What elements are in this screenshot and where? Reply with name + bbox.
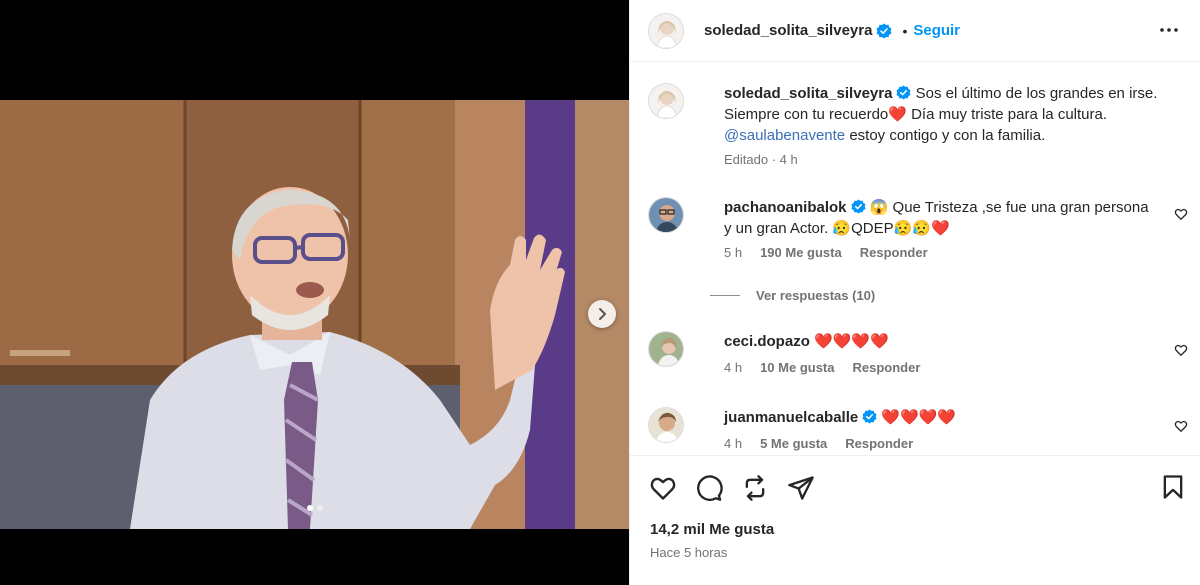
comment-item: ceci.dopazo ❤️❤️❤️❤️ 4 h 10 Me gusta Res… [648,331,1188,376]
comment-username[interactable]: ceci.dopazo [724,333,810,350]
caption-username[interactable]: soledad_solita_silveyra [724,85,892,102]
reply-button[interactable]: Responder [853,360,921,376]
share-button[interactable] [786,473,816,503]
comment-button[interactable] [694,473,724,503]
comment-likes[interactable]: 5 Me gusta [760,436,827,452]
post-media [0,0,629,585]
comment-like-heart-icon[interactable] [1174,207,1188,221]
repost-button[interactable] [740,473,770,503]
comment-text: ❤️❤️❤️❤️ [877,409,957,426]
instagram-post: soledad_solita_silveyra • Seguir soledad… [0,0,1200,585]
comment-username[interactable]: juanmanuelcaballe [724,409,858,426]
follow-button[interactable]: Seguir [913,22,960,39]
comment-content: ceci.dopazo ❤️❤️❤️❤️ 4 h 10 Me gusta Res… [724,331,1154,376]
verified-badge-icon [851,199,866,214]
commenter-avatar[interactable] [648,407,684,443]
more-options-icon[interactable] [1157,18,1181,42]
verified-badge-icon [876,23,892,38]
like-button[interactable] [648,473,678,503]
replies-divider [710,295,740,296]
comment-meta: 4 h 5 Me gusta Responder [724,436,1154,452]
caption-text-tail: estoy contigo y con la familia. [845,127,1046,144]
post-photo[interactable] [0,100,629,529]
comment-meta: 4 h 10 Me gusta Responder [724,360,1154,376]
caption-meta: Editado · 4 h [724,152,1174,168]
commenter-avatar[interactable] [648,331,684,367]
post-header: soledad_solita_silveyra • Seguir [630,0,1200,62]
carousel-dot [316,505,323,511]
comment-like-heart-icon[interactable] [1174,343,1188,357]
reply-button[interactable]: Responder [860,245,928,261]
like-count[interactable]: 14,2 mil Me gusta [650,521,774,538]
comment-username[interactable]: pachanoanibalok [724,199,847,216]
reply-button[interactable]: Responder [845,436,913,452]
comment-time: 5 h [724,245,743,260]
comment-time: 4 h [724,436,743,451]
verified-badge-icon [896,85,911,100]
comment-like-heart-icon[interactable] [1174,419,1188,433]
post-side-panel: soledad_solita_silveyra • Seguir soledad… [629,0,1200,585]
comment-icon [697,475,723,501]
comment-text: ❤️❤️❤️❤️ [809,333,889,350]
author-username[interactable]: soledad_solita_silveyra [704,22,872,39]
header-separator: • [902,22,908,39]
view-replies-button[interactable]: Ver respuestas (10) [710,288,875,303]
repost-icon [745,475,765,501]
comment-likes[interactable]: 190 Me gusta [760,245,842,261]
caption: soledad_solita_silveyra Sos el último de… [648,83,1188,168]
save-button[interactable] [1159,473,1187,504]
comment-item: pachanoanibalok 😱 Que Tristeza ,se fue u… [648,197,1188,261]
share-icon [788,476,814,500]
bookmark-icon [1163,475,1183,499]
caption-mention-link[interactable]: @saulabenavente [724,127,845,144]
chevron-right-icon [599,308,606,320]
post-actions: 14,2 mil Me gusta Hace 5 horas [630,455,1200,585]
author-avatar[interactable] [648,12,684,49]
verified-badge-icon [862,409,877,424]
next-photo-button[interactable] [588,300,616,328]
action-icons [648,473,816,503]
carousel-dot-active [306,505,313,511]
caption-content: soledad_solita_silveyra Sos el último de… [724,83,1174,168]
comment-likes[interactable]: 10 Me gusta [760,360,834,376]
comment-content: juanmanuelcaballe ❤️❤️❤️❤️ 4 h 5 Me gust… [724,407,1154,452]
comment-time: 4 h [724,360,743,375]
comment-content: pachanoanibalok 😱 Que Tristeza ,se fue u… [724,197,1154,261]
commenter-avatar[interactable] [648,197,684,233]
view-replies-label: Ver respuestas (10) [756,288,876,303]
heart-icon [650,477,676,500]
post-time[interactable]: Hace 5 horas [650,545,727,560]
comments-section[interactable]: soledad_solita_silveyra Sos el último de… [630,63,1200,455]
comment-item: juanmanuelcaballe ❤️❤️❤️❤️ 4 h 5 Me gust… [648,407,1188,452]
author-avatar[interactable] [648,83,684,119]
carousel-indicator [0,505,629,511]
comment-meta: 5 h 190 Me gusta Responder [724,245,1154,261]
caption-edited-time: Editado · 4 h [724,152,798,167]
